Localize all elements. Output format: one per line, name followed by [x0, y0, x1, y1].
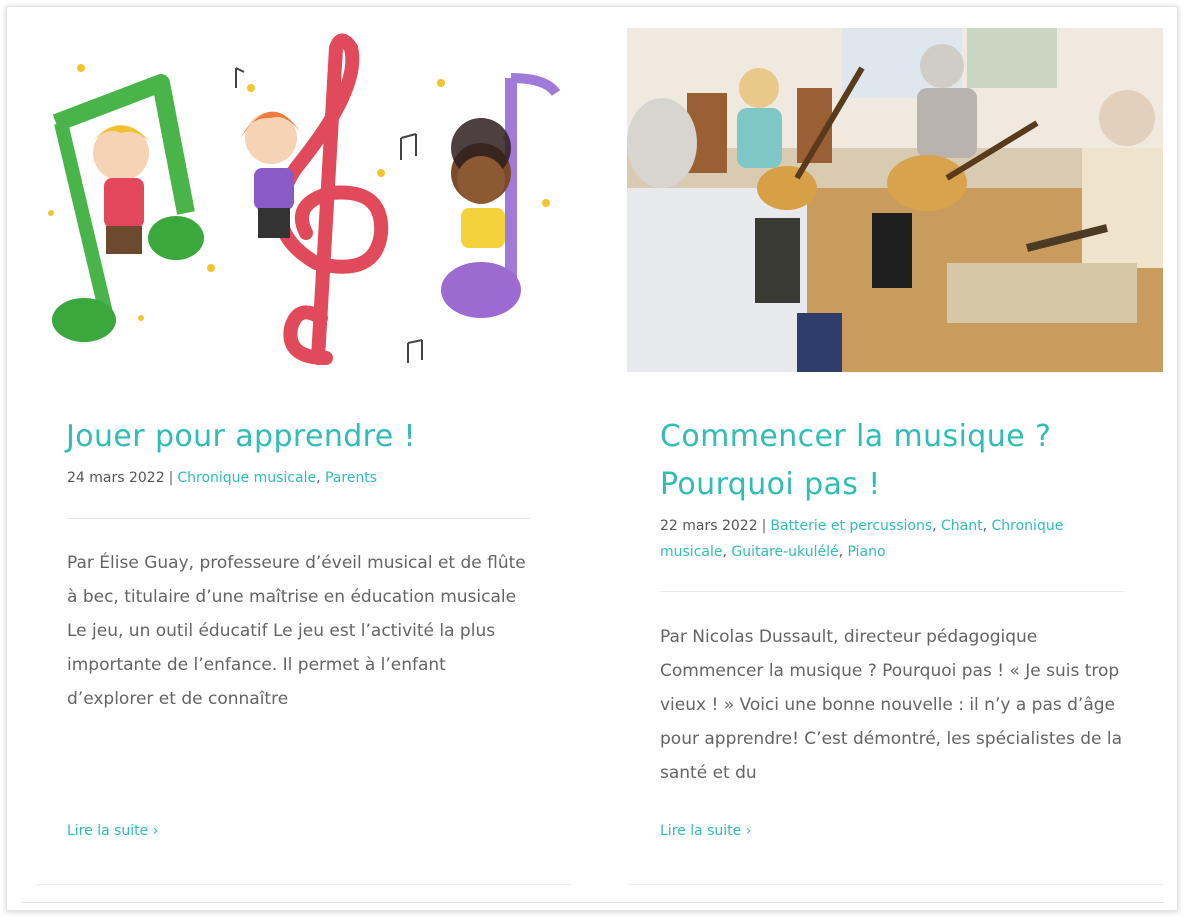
post-date: 24 mars 2022	[67, 470, 165, 486]
category-link[interactable]: Chronique musicale	[177, 470, 316, 486]
post-thumbnail-seniors-guitar-photo[interactable]	[627, 28, 1163, 372]
read-more-link[interactable]: Lire la suite ›	[67, 823, 158, 839]
kids-music-illustration	[36, 28, 571, 373]
meta-divider	[66, 518, 531, 519]
post-title[interactable]: Jouer pour apprendre !	[66, 413, 546, 461]
read-more-label: Lire la suite	[660, 823, 742, 839]
category-link[interactable]: Piano	[848, 544, 886, 560]
post-date: 22 mars 2022	[660, 518, 758, 534]
post-title[interactable]: Commencer la musique ? Pourquoi pas !	[660, 413, 1130, 509]
post-card: Commencer la musique ? Pourquoi pas ! 22…	[627, 28, 1163, 885]
meta-separator: |	[168, 470, 174, 486]
post-card: Jouer pour apprendre ! 24 mars 2022 | Chro…	[36, 28, 571, 885]
meta-divider	[660, 591, 1124, 592]
post-meta: 22 mars 2022 | Batterie et percussions, Ch…	[660, 518, 1064, 560]
meta-separator: |	[761, 518, 767, 534]
category-link[interactable]: Batterie et percussions	[770, 518, 932, 534]
read-more-link[interactable]: Lire la suite ›	[660, 823, 751, 839]
category-link[interactable]: Guitare-ukulélé	[731, 544, 838, 560]
post-thumbnail-kids-music-illustration[interactable]	[36, 28, 571, 373]
post-excerpt: Par Élise Guay, professeure d’éveil musi…	[67, 553, 526, 709]
category-link[interactable]: Chant	[941, 518, 983, 534]
category-link[interactable]: Parents	[325, 470, 377, 486]
chevron-right-icon: ›	[152, 823, 159, 839]
chevron-right-icon: ›	[745, 823, 752, 839]
read-more-label: Lire la suite	[67, 823, 149, 839]
post-meta: 24 mars 2022 | Chronique musicale, Parents	[67, 470, 378, 486]
post-excerpt: Par Nicolas Dussault, directeur pédagogi…	[660, 627, 1123, 783]
section-divider	[22, 902, 1164, 903]
seniors-guitar-photo	[627, 28, 1163, 372]
